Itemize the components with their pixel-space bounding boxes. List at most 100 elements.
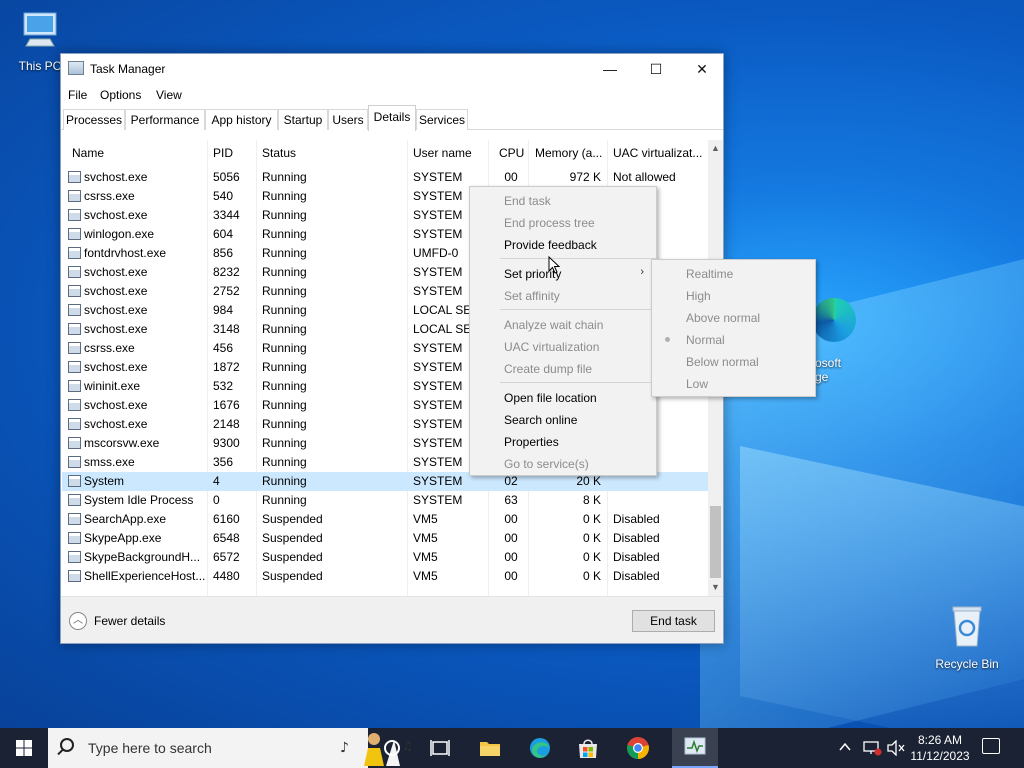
scroll-down-icon[interactable]: ▼ — [708, 582, 723, 592]
menu-item-create-dump-file[interactable]: Create dump file — [470, 357, 656, 379]
priority-option-below-normal[interactable]: Below normal — [652, 350, 815, 372]
edge-browser-icon[interactable] — [528, 736, 552, 760]
column-header-status[interactable]: Status — [262, 146, 296, 160]
menu-item-open-file-location[interactable]: Open file location — [470, 386, 656, 408]
process-user-name: VM5 — [413, 512, 438, 526]
tab-users[interactable]: Users — [328, 109, 368, 130]
process-status: Running — [262, 303, 307, 317]
process-status: Running — [262, 398, 307, 412]
tab-services[interactable]: Services — [416, 109, 468, 130]
chrome-browser-icon[interactable] — [626, 736, 650, 760]
process-status: Running — [262, 170, 307, 184]
process-window-icon — [68, 475, 81, 487]
notification-center-icon[interactable] — [982, 738, 1000, 754]
priority-option-high[interactable]: High — [652, 284, 815, 306]
clock-date: 11/12/2023 — [910, 749, 970, 763]
menu-item-uac-virtualization[interactable]: UAC virtualization — [470, 335, 656, 357]
column-header-uac-virtualization[interactable]: UAC virtualizat... — [613, 146, 702, 160]
process-pid: 984 — [213, 303, 234, 317]
process-window-icon — [68, 570, 81, 582]
minimize-button[interactable]: — — [587, 54, 633, 84]
maximize-button[interactable]: ☐ — [633, 54, 679, 84]
priority-option-low[interactable]: Low — [652, 372, 815, 394]
process-memory: 0 K — [582, 569, 601, 583]
menu-item-analyze-wait-chain[interactable]: Analyze wait chain — [470, 313, 656, 335]
process-name: winlogon.exe — [84, 227, 155, 241]
menu-item-label: Go to service(s) — [504, 457, 589, 471]
tab-startup[interactable]: Startup — [278, 109, 328, 130]
process-pid: 456 — [213, 341, 234, 355]
priority-option-label: High — [686, 289, 711, 303]
process-name: svchost.exe — [84, 265, 148, 279]
menu-options[interactable]: Options — [100, 88, 141, 102]
chevron-up-icon[interactable]: ︿ — [69, 612, 87, 630]
tab-performance[interactable]: Performance — [125, 109, 205, 130]
close-button[interactable]: ✕ — [679, 54, 725, 84]
table-row[interactable]: System Idle Process 0 Running SYSTEM 63 8 K — [62, 491, 708, 510]
scroll-up-icon[interactable]: ▲ — [708, 143, 723, 153]
task-manager-taskbar-button[interactable] — [672, 728, 718, 768]
menu-item-label: Search online — [504, 413, 578, 427]
menu-item-label: Open file location — [504, 391, 597, 405]
priority-option-realtime[interactable]: Realtime — [652, 262, 815, 284]
column-header-name[interactable]: Name — [72, 146, 104, 160]
desktop-icon-recycle-bin[interactable]: Recycle Bin — [927, 602, 1007, 671]
process-window-icon — [68, 304, 81, 316]
volume-muted-icon[interactable] — [886, 740, 906, 756]
priority-option-label: Above normal — [686, 311, 761, 325]
table-row[interactable]: svchost.exe 5056 Running SYSTEM 00 972 K Not a… — [62, 168, 708, 187]
column-header-memory[interactable]: Memory (a... — [535, 146, 602, 160]
process-window-icon — [68, 380, 81, 392]
priority-option-above-normal[interactable]: Above normal — [652, 306, 815, 328]
chevron-up-icon[interactable] — [838, 740, 852, 754]
tab-details[interactable]: Details — [368, 105, 416, 131]
tab-app-history[interactable]: App history — [205, 109, 278, 130]
menu-item-set-affinity[interactable]: Set affinity — [470, 284, 656, 306]
process-status: Suspended — [262, 569, 323, 583]
network-icon[interactable] — [862, 740, 882, 756]
taskbar-search-box[interactable]: Type here to search ♪ ♫ — [48, 728, 413, 768]
process-status: Running — [262, 322, 307, 336]
column-header-cpu[interactable]: CPU — [499, 146, 524, 160]
process-pid: 5056 — [213, 170, 240, 184]
process-cpu: 00 — [504, 170, 518, 184]
tab-processes[interactable]: Processes — [63, 109, 125, 130]
menu-item-go-to-service-s[interactable]: Go to service(s) — [470, 452, 656, 474]
process-name: SkypeBackgroundH... — [84, 550, 201, 564]
title-bar[interactable]: Task Manager — ☐ ✕ — [61, 54, 723, 84]
file-explorer-icon[interactable] — [478, 736, 502, 760]
column-header-pid[interactable]: PID — [213, 146, 233, 160]
column-header-user-name[interactable]: User name — [413, 146, 472, 160]
process-status: Running — [262, 227, 307, 241]
process-name: SkypeApp.exe — [84, 531, 162, 545]
process-memory: 20 K — [576, 474, 601, 488]
table-row[interactable]: ShellExperienceHost... 4480 Suspended VM5 00… — [62, 567, 708, 586]
process-status: Suspended — [262, 550, 323, 564]
menu-view[interactable]: View — [156, 88, 182, 102]
menu-item-properties[interactable]: Properties — [470, 430, 656, 452]
start-button[interactable] — [0, 728, 48, 768]
fewer-details-link[interactable]: Fewer details — [94, 614, 165, 628]
taskbar-clock[interactable]: 8:26 AM 11/12/2023 — [908, 732, 972, 764]
chevron-right-icon: › — [640, 266, 644, 278]
menu-item-end-process-tree[interactable]: End process tree — [470, 211, 656, 233]
menu-item-set-priority[interactable]: Set priority › — [470, 262, 656, 284]
task-view-icon[interactable] — [428, 736, 452, 760]
microsoft-store-icon[interactable] — [576, 736, 600, 760]
menu-item-search-online[interactable]: Search online — [470, 408, 656, 430]
cortana-icon[interactable] — [380, 736, 404, 760]
priority-option-normal[interactable]: Normal — [652, 328, 815, 350]
table-row[interactable]: SkypeApp.exe 6548 Suspended VM5 00 0 K Disable… — [62, 529, 708, 548]
menu-item-provide-feedback[interactable]: Provide feedback — [470, 233, 656, 255]
menu-item-end-task[interactable]: End task — [470, 189, 656, 211]
process-user-name: VM5 — [413, 569, 438, 583]
menu-file[interactable]: File — [68, 88, 87, 102]
tab-strip: Processes Performance App history Startu… — [61, 105, 723, 131]
edge-desktop-icon[interactable] — [812, 298, 856, 342]
table-row[interactable]: SkypeBackgroundH... 6572 Suspended VM5 00 0 K… — [62, 548, 708, 567]
priority-submenu: Realtime High Above normal Normal Below norm… — [651, 259, 816, 397]
end-task-button[interactable]: End task — [632, 610, 715, 632]
process-window-icon — [68, 551, 81, 563]
table-row[interactable]: SearchApp.exe 6160 Suspended VM5 00 0 K Disabl… — [62, 510, 708, 529]
scrollbar-thumb[interactable] — [710, 506, 721, 578]
